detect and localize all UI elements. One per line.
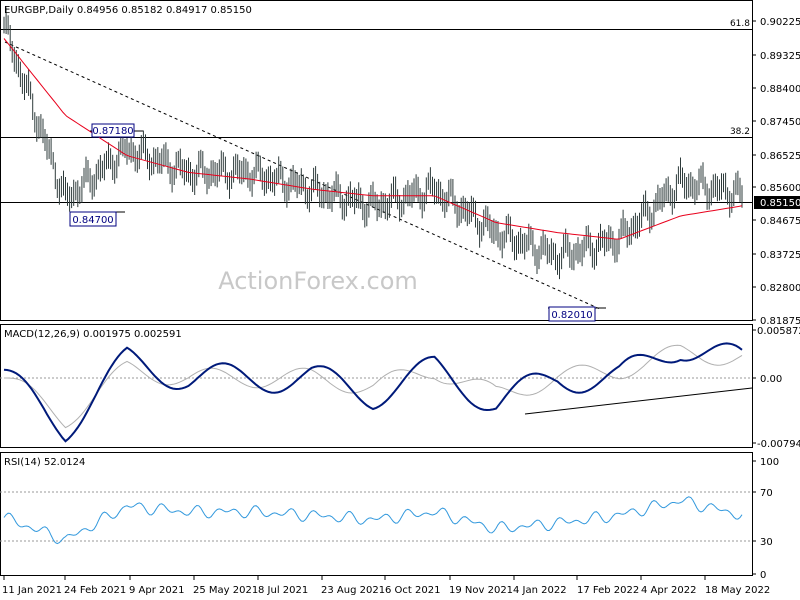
svg-text:0.83725: 0.83725 — [760, 250, 800, 261]
svg-text:0.88400: 0.88400 — [760, 84, 800, 95]
x-tick: 23 Aug 2021 — [321, 576, 385, 596]
svg-text:23 Aug 2021: 23 Aug 2021 — [321, 585, 385, 596]
svg-text:0.89325: 0.89325 — [760, 51, 800, 62]
x-tick: 25 May 2021 — [193, 576, 258, 596]
svg-text:0.82010: 0.82010 — [551, 310, 592, 321]
x-tick: 17 Feb 2022 — [576, 576, 639, 596]
svg-text:0.00: 0.00 — [760, 374, 782, 385]
rsi-y-tick: 0 — [752, 570, 766, 581]
price-y-tick: 0.87450 — [752, 117, 800, 128]
svg-text:0.90225: 0.90225 — [760, 17, 800, 28]
svg-text:0.87180: 0.87180 — [92, 126, 133, 137]
x-tick: 4 Jan 2022 — [513, 576, 567, 596]
svg-text:0.84675: 0.84675 — [760, 216, 800, 227]
macd-panel-header: MACD(12,26,9) 0.001975 0.002591 — [4, 329, 182, 340]
svg-text:25 May 2021: 25 May 2021 — [193, 585, 258, 596]
svg-text:8 Jul 2021: 8 Jul 2021 — [258, 585, 308, 596]
price-y-tick: 0.90225 — [752, 17, 800, 28]
price-y-tick: 0.86525 — [752, 151, 800, 162]
price-y-tick: 0.88400 — [752, 84, 800, 95]
x-tick: 11 Jan 2021 — [2, 576, 62, 596]
svg-text:-0.007945: -0.007945 — [757, 439, 800, 450]
macd-y-tick: 0.00 — [752, 374, 782, 385]
x-tick: 8 Jul 2021 — [257, 576, 308, 596]
svg-text:0.82800: 0.82800 — [760, 283, 800, 294]
svg-text:0.84700: 0.84700 — [72, 215, 113, 226]
x-tick: 19 Nov 2021 — [449, 576, 513, 596]
svg-text:24 Feb 2021: 24 Feb 2021 — [64, 585, 126, 596]
x-tick: 6 Oct 2021 — [384, 576, 440, 596]
svg-text:100: 100 — [760, 457, 779, 468]
rsi-y-tick: 100 — [752, 457, 779, 468]
rsi-y-tick: 70 — [752, 488, 773, 499]
svg-text:19 Nov 2021: 19 Nov 2021 — [449, 585, 513, 596]
price-y-tick: 0.84675 — [752, 216, 800, 227]
price-y-tick: 0.82800 — [752, 283, 800, 294]
macd-panel-frame — [0, 324, 753, 448]
x-axis: 11 Jan 2021 24 Feb 2021 9 Apr 2021 25 Ma… — [2, 576, 770, 596]
price-panel-header: EURGBP,Daily 0.84956 0.85182 0.84917 0.8… — [4, 5, 252, 16]
fib-label-38-2: 38.2 — [730, 127, 750, 137]
macd-y-axis: 0.005872 0.00 -0.007945 — [752, 326, 800, 450]
price-y-tick: 0.89325 — [752, 51, 800, 62]
svg-text:0.86525: 0.86525 — [760, 151, 800, 162]
svg-text:9 Apr 2021: 9 Apr 2021 — [129, 585, 184, 596]
svg-text:0.85600: 0.85600 — [760, 183, 800, 194]
svg-text:4 Jan 2022: 4 Jan 2022 — [513, 585, 567, 596]
price-y-axis: 0.90225 0.89325 0.88400 0.87450 0.86525 … — [752, 17, 800, 327]
x-tick: 24 Feb 2021 — [64, 576, 126, 596]
svg-text:0.85150: 0.85150 — [760, 198, 800, 209]
svg-text:70: 70 — [760, 488, 773, 499]
price-y-tick: 0.85600 — [752, 183, 800, 194]
eurgbp-chart: ActionForex.com 61.8 38.2 0.87180 0.8470… — [0, 0, 800, 596]
x-tick: 9 Apr 2021 — [129, 576, 184, 596]
x-tick: 4 Apr 2022 — [640, 576, 696, 596]
macd-y-tick: -0.007945 — [752, 439, 800, 450]
current-price-label: 0.85150 — [754, 196, 800, 209]
rsi-panel-frame — [0, 452, 753, 576]
svg-text:18 May 2022: 18 May 2022 — [705, 585, 770, 596]
svg-text:30: 30 — [760, 537, 773, 548]
rsi-panel-header: RSI(14) 52.0124 — [4, 457, 85, 468]
svg-text:0: 0 — [760, 570, 766, 581]
rsi-y-tick: 30 — [752, 537, 773, 548]
svg-text:17 Feb 2022: 17 Feb 2022 — [577, 585, 639, 596]
svg-text:6 Oct 2021: 6 Oct 2021 — [385, 585, 440, 596]
svg-text:0.005872: 0.005872 — [757, 326, 800, 337]
svg-text:4 Apr 2022: 4 Apr 2022 — [641, 585, 696, 596]
watermark: ActionForex.com — [218, 267, 418, 295]
fib-label-61-8: 61.8 — [730, 19, 750, 29]
svg-text:11 Jan 2021: 11 Jan 2021 — [2, 585, 62, 596]
macd-y-tick: 0.005872 — [752, 326, 800, 337]
svg-text:0.87450: 0.87450 — [760, 117, 800, 128]
price-y-tick: 0.83725 — [752, 250, 800, 261]
rsi-y-axis: 100 70 30 0 — [752, 457, 779, 581]
